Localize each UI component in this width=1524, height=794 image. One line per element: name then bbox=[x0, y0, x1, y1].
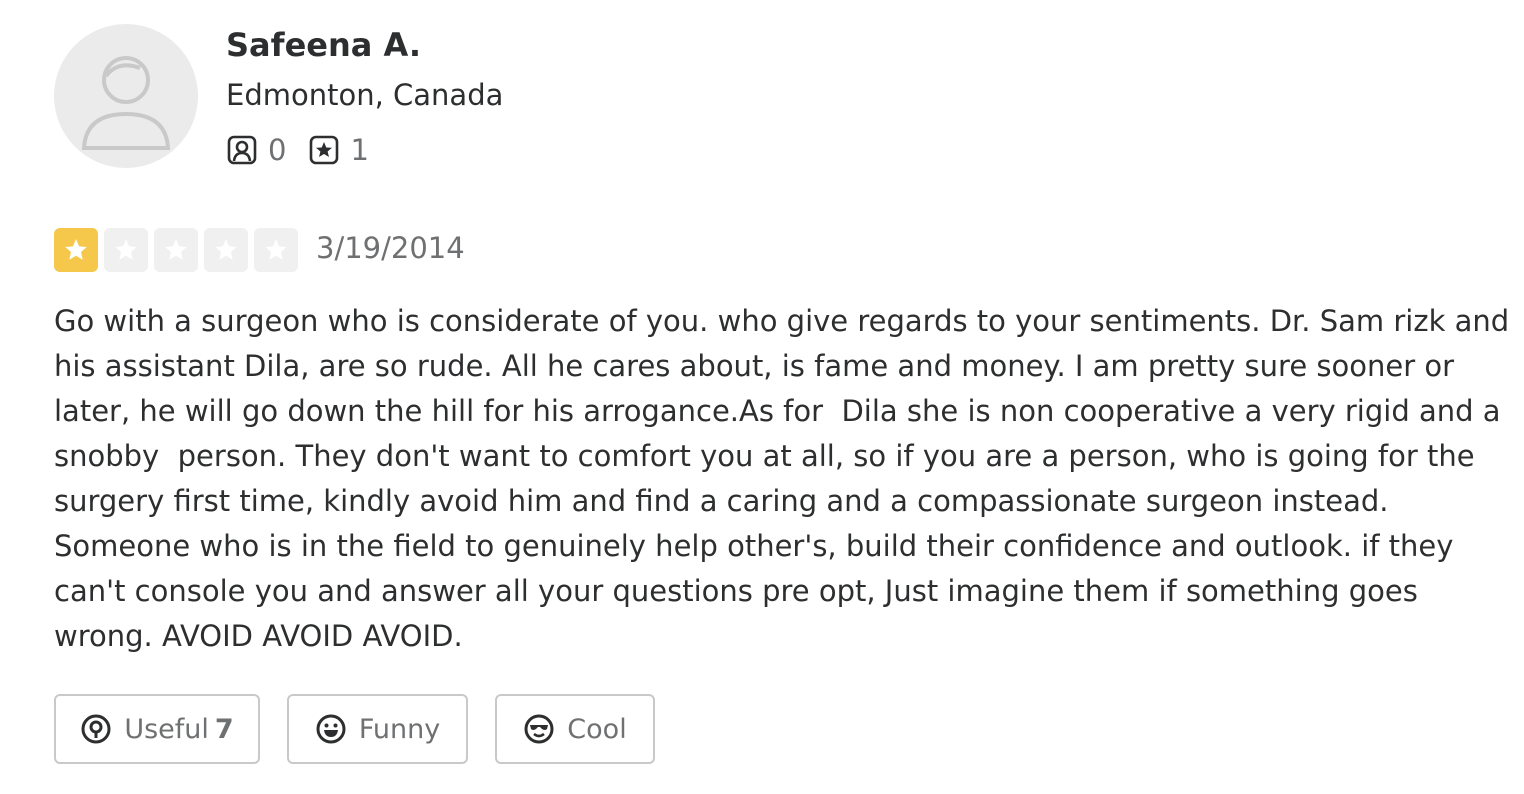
star-rating bbox=[54, 228, 304, 272]
star-icon bbox=[165, 239, 187, 260]
user-stats: 0 1 bbox=[226, 132, 391, 168]
friends-count: 0 bbox=[268, 133, 287, 167]
review-date: 3/19/2014 bbox=[316, 231, 465, 265]
cool-button[interactable]: Cool bbox=[495, 694, 655, 764]
useful-label: Useful bbox=[124, 713, 209, 745]
friends-icon bbox=[227, 135, 257, 165]
user-silhouette-icon bbox=[81, 56, 171, 150]
lightbulb-icon bbox=[81, 714, 111, 744]
avatar[interactable] bbox=[54, 24, 198, 168]
user-location: Edmonton, Canada bbox=[226, 78, 504, 112]
friends-stat: 0 bbox=[226, 133, 286, 167]
star-icon bbox=[65, 239, 87, 260]
star-icon bbox=[265, 239, 287, 260]
cool-label: Cool bbox=[567, 713, 627, 745]
reviews-count: 1 bbox=[350, 133, 369, 167]
review-star-icon bbox=[310, 135, 339, 165]
star-empty bbox=[254, 228, 298, 272]
star-filled bbox=[54, 228, 98, 272]
funny-face-icon bbox=[316, 714, 346, 744]
star-icon bbox=[115, 239, 137, 260]
reviews-stat: 1 bbox=[308, 133, 369, 167]
funny-button[interactable]: Funny bbox=[287, 694, 468, 764]
funny-label: Funny bbox=[358, 713, 441, 745]
sunglasses-face-icon bbox=[524, 714, 554, 744]
useful-count: 7 bbox=[214, 713, 234, 745]
review-text: Go with a surgeon who is considerate of … bbox=[54, 304, 1510, 653]
star-empty bbox=[154, 228, 198, 272]
star-empty bbox=[204, 228, 248, 272]
star-empty bbox=[104, 228, 148, 272]
star-icon bbox=[215, 239, 237, 260]
useful-button[interactable]: Useful 7 bbox=[54, 694, 260, 764]
user-name[interactable]: Safeena A. bbox=[226, 26, 421, 64]
